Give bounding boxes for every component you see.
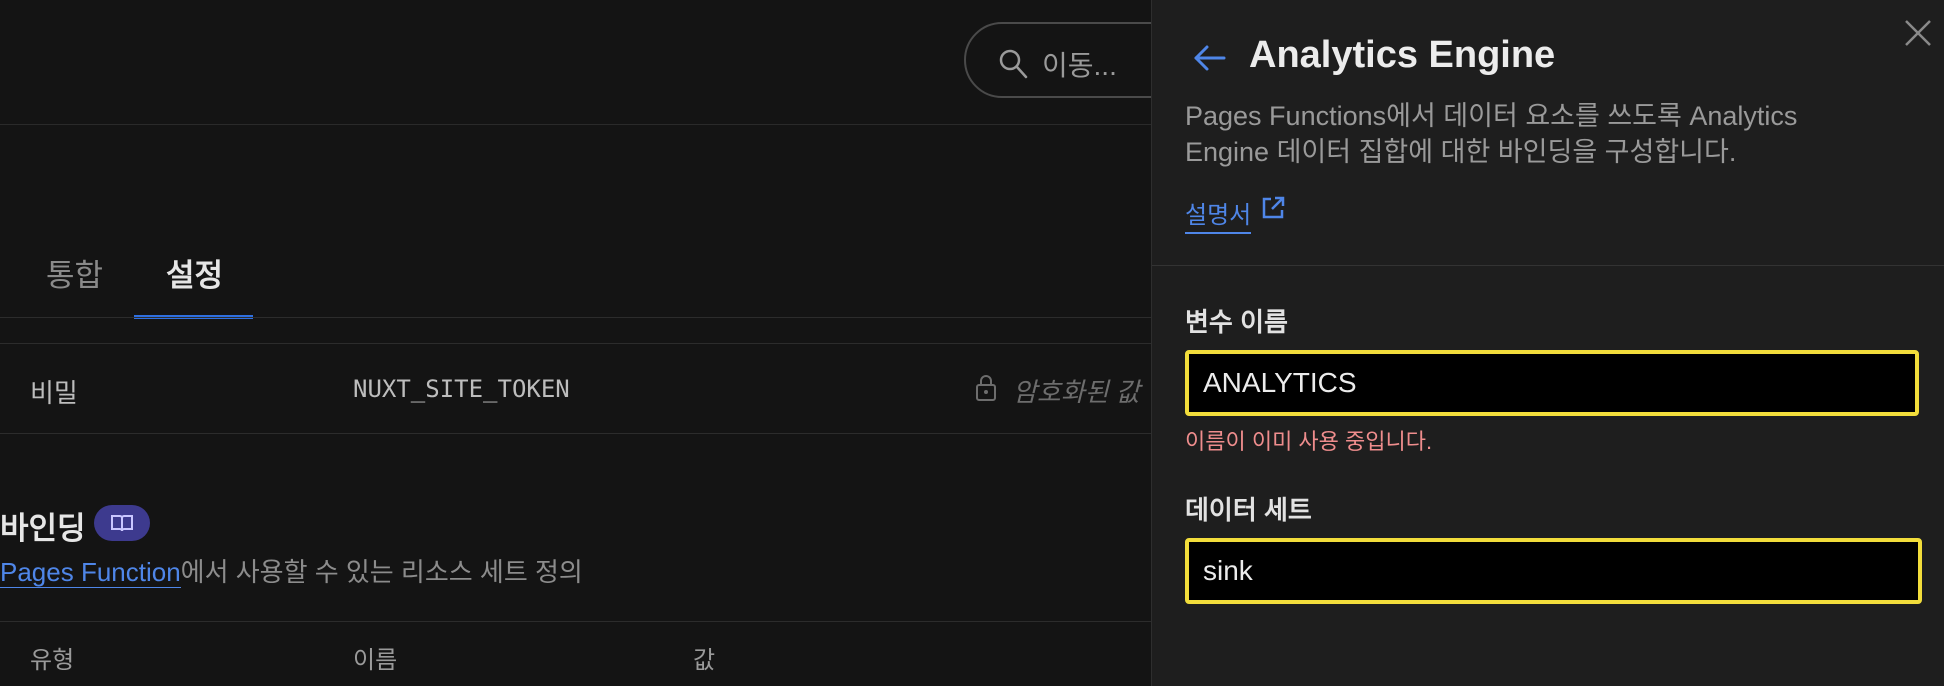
- book-icon[interactable]: [94, 505, 150, 541]
- dataset-label: 데이터 세트: [1185, 495, 1312, 525]
- tabs-divider: [0, 317, 1152, 318]
- panel-divider: [1152, 265, 1944, 266]
- pages-function-link[interactable]: Pages Function: [0, 557, 181, 588]
- background-page: 이동... 통합 설정 비밀 NUXT_SITE_TOKEN 암호화된 값 바인…: [0, 0, 1152, 686]
- bindings-heading: 바인딩: [0, 511, 86, 546]
- column-header-name: 이름: [353, 647, 398, 674]
- variable-name-input[interactable]: [1185, 350, 1919, 416]
- docs-link[interactable]: 설명서: [1185, 195, 1252, 234]
- secret-row-name: NUXT_SITE_TOKEN: [353, 375, 570, 403]
- external-link-icon[interactable]: [1260, 195, 1286, 226]
- table-header-divider: [0, 621, 1152, 622]
- row-divider: [0, 433, 1152, 434]
- tab-settings[interactable]: 설정: [166, 250, 223, 295]
- panel-description: Pages Functions에서 데이터 요소를 쓰도록 Analytics …: [1185, 101, 1798, 167]
- variable-name-label: 변수 이름: [1185, 307, 1288, 337]
- lock-icon: [975, 374, 997, 407]
- bindings-description: Pages Function에서 사용할 수 있는 리소스 세트 정의: [0, 552, 583, 589]
- bindings-description-text: 에서 사용할 수 있는 리소스 세트 정의: [180, 557, 583, 587]
- close-icon[interactable]: [1903, 18, 1933, 48]
- dataset-input[interactable]: [1185, 538, 1922, 604]
- binding-side-panel: Analytics Engine Pages Functions에서 데이터 요…: [1151, 0, 1944, 686]
- row-divider: [0, 343, 1152, 344]
- secret-row-value: 암호화된 값: [1013, 377, 1140, 407]
- column-header-type: 유형: [30, 647, 75, 674]
- panel-title: Analytics Engine: [1249, 34, 1556, 76]
- search-placeholder: 이동...: [1042, 50, 1117, 81]
- back-arrow-icon[interactable]: [1192, 42, 1228, 74]
- tab-integrations[interactable]: 통합: [46, 250, 103, 295]
- variable-name-error: 이름이 이미 사용 중입니다.: [1185, 429, 1433, 454]
- search-box[interactable]: 이동...: [964, 22, 1152, 98]
- search-icon: [998, 48, 1028, 85]
- column-header-value: 값: [693, 647, 716, 674]
- header-divider: [0, 124, 1152, 125]
- secret-row-type: 비밀: [30, 378, 78, 408]
